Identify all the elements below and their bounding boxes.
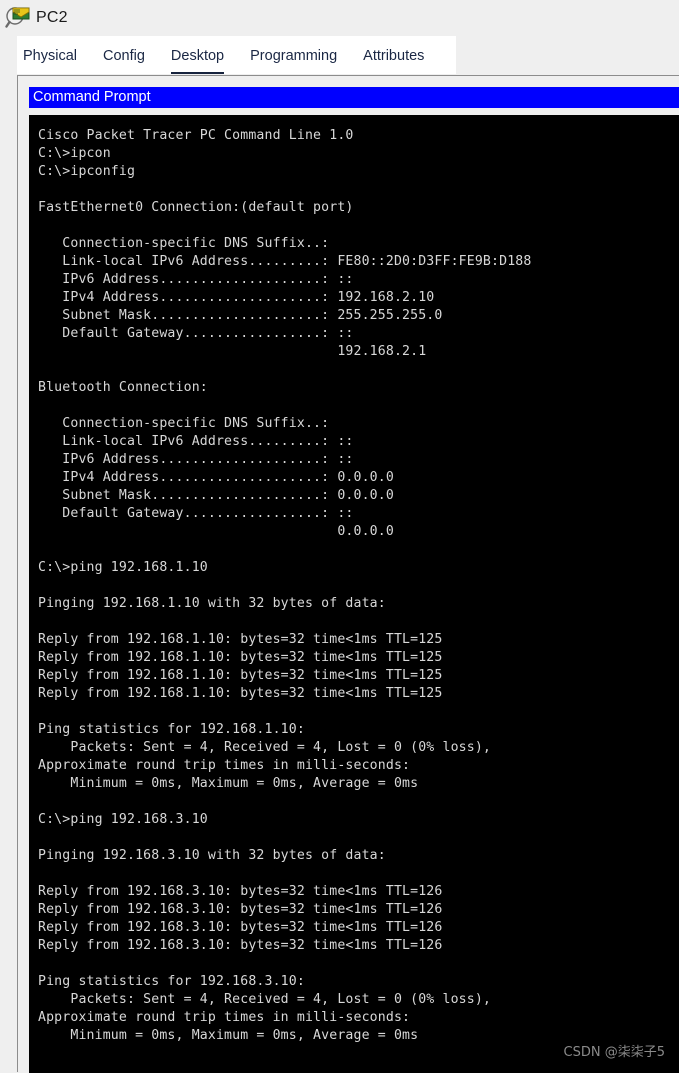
terminal-line: Reply from 192.168.1.10: bytes=32 time<1… bbox=[38, 632, 443, 647]
terminal-line: Approximate round trip times in milli-se… bbox=[38, 758, 411, 773]
command-prompt-window: Command Prompt Cisco Packet Tracer PC Co… bbox=[29, 87, 679, 1073]
terminal-line: Reply from 192.168.3.10: bytes=32 time<1… bbox=[38, 884, 443, 899]
terminal-line: Pinging 192.168.3.10 with 32 bytes of da… bbox=[38, 848, 386, 863]
terminal-line: C:\>ping 192.168.1.10 bbox=[38, 560, 208, 575]
terminal-line: Ping statistics for 192.168.1.10: bbox=[38, 722, 305, 737]
terminal-line: C:\>ping 192.168.3.10 bbox=[38, 812, 208, 827]
terminal-line: Connection-specific DNS Suffix..: bbox=[38, 416, 330, 431]
terminal-line: Bluetooth Connection: bbox=[38, 380, 208, 395]
terminal-line: Connection-specific DNS Suffix..: bbox=[38, 236, 330, 251]
terminal-line: IPv4 Address....................: 0.0.0.… bbox=[38, 470, 394, 485]
terminal-line: Reply from 192.168.1.10: bytes=32 time<1… bbox=[38, 686, 443, 701]
tab-programming[interactable]: Programming bbox=[250, 48, 337, 74]
tabstrip: Physical Config Desktop Programming Attr… bbox=[17, 36, 456, 74]
terminal-line: Pinging 192.168.1.10 with 32 bytes of da… bbox=[38, 596, 386, 611]
tab-desktop[interactable]: Desktop bbox=[170, 48, 225, 74]
terminal-line: Subnet Mask.....................: 255.25… bbox=[38, 308, 443, 323]
terminal-line: C:\>ipconfig bbox=[38, 164, 136, 179]
titlebar-gap bbox=[29, 108, 679, 115]
terminal-line: Reply from 192.168.3.10: bytes=32 time<1… bbox=[38, 920, 443, 935]
terminal-line: IPv6 Address....................: :: bbox=[38, 452, 354, 467]
tab-physical[interactable]: Physical bbox=[23, 48, 77, 74]
terminal-line: Packets: Sent = 4, Received = 4, Lost = … bbox=[38, 740, 492, 755]
terminal-line: FastEthernet0 Connection:(default port) bbox=[38, 200, 354, 215]
terminal-line: Minimum = 0ms, Maximum = 0ms, Average = … bbox=[38, 776, 419, 791]
terminal-line: Ping statistics for 192.168.3.10: bbox=[38, 974, 305, 989]
terminal-line: IPv6 Address....................: :: bbox=[38, 272, 354, 287]
terminal-line: Approximate round trip times in milli-se… bbox=[38, 1010, 411, 1025]
terminal-line: Packets: Sent = 4, Received = 4, Lost = … bbox=[38, 992, 492, 1007]
terminal-line: Subnet Mask.....................: 0.0.0.… bbox=[38, 488, 394, 503]
window-title: PC2 bbox=[36, 9, 68, 26]
terminal-line: Reply from 192.168.3.10: bytes=32 time<1… bbox=[38, 902, 443, 917]
terminal-line: C:\>ipcon bbox=[38, 146, 111, 161]
desktop-content-panel: Command Prompt Cisco Packet Tracer PC Co… bbox=[17, 75, 679, 1073]
terminal-line: IPv4 Address....................: 192.16… bbox=[38, 290, 435, 305]
terminal-output[interactable]: Cisco Packet Tracer PC Command Line 1.0 C… bbox=[29, 115, 679, 1073]
magnifier-envelope-icon bbox=[5, 5, 31, 31]
tab-attributes[interactable]: Attributes bbox=[363, 48, 424, 74]
command-prompt-titlebar: Command Prompt bbox=[29, 87, 679, 108]
terminal-line: Link-local IPv6 Address.........: :: bbox=[38, 434, 354, 449]
tabstrip-wrap: Physical Config Desktop Programming Attr… bbox=[0, 36, 679, 75]
terminal-line: Cisco Packet Tracer PC Command Line 1.0 bbox=[38, 128, 354, 143]
terminal-line: Link-local IPv6 Address.........: FE80::… bbox=[38, 254, 532, 269]
tab-config[interactable]: Config bbox=[103, 48, 145, 74]
terminal-line: 192.168.2.1 bbox=[38, 344, 427, 359]
terminal-line: 0.0.0.0 bbox=[38, 524, 394, 539]
terminal-line: Minimum = 0ms, Maximum = 0ms, Average = … bbox=[38, 1028, 419, 1043]
terminal-line: Reply from 192.168.3.10: bytes=32 time<1… bbox=[38, 938, 443, 953]
terminal-line: Default Gateway.................: :: bbox=[38, 506, 354, 521]
window-titlebar: PC2 bbox=[0, 0, 679, 36]
terminal-line: Default Gateway.................: :: bbox=[38, 326, 354, 341]
terminal-line: Reply from 192.168.1.10: bytes=32 time<1… bbox=[38, 650, 443, 665]
terminal-line: Reply from 192.168.1.10: bytes=32 time<1… bbox=[38, 668, 443, 683]
